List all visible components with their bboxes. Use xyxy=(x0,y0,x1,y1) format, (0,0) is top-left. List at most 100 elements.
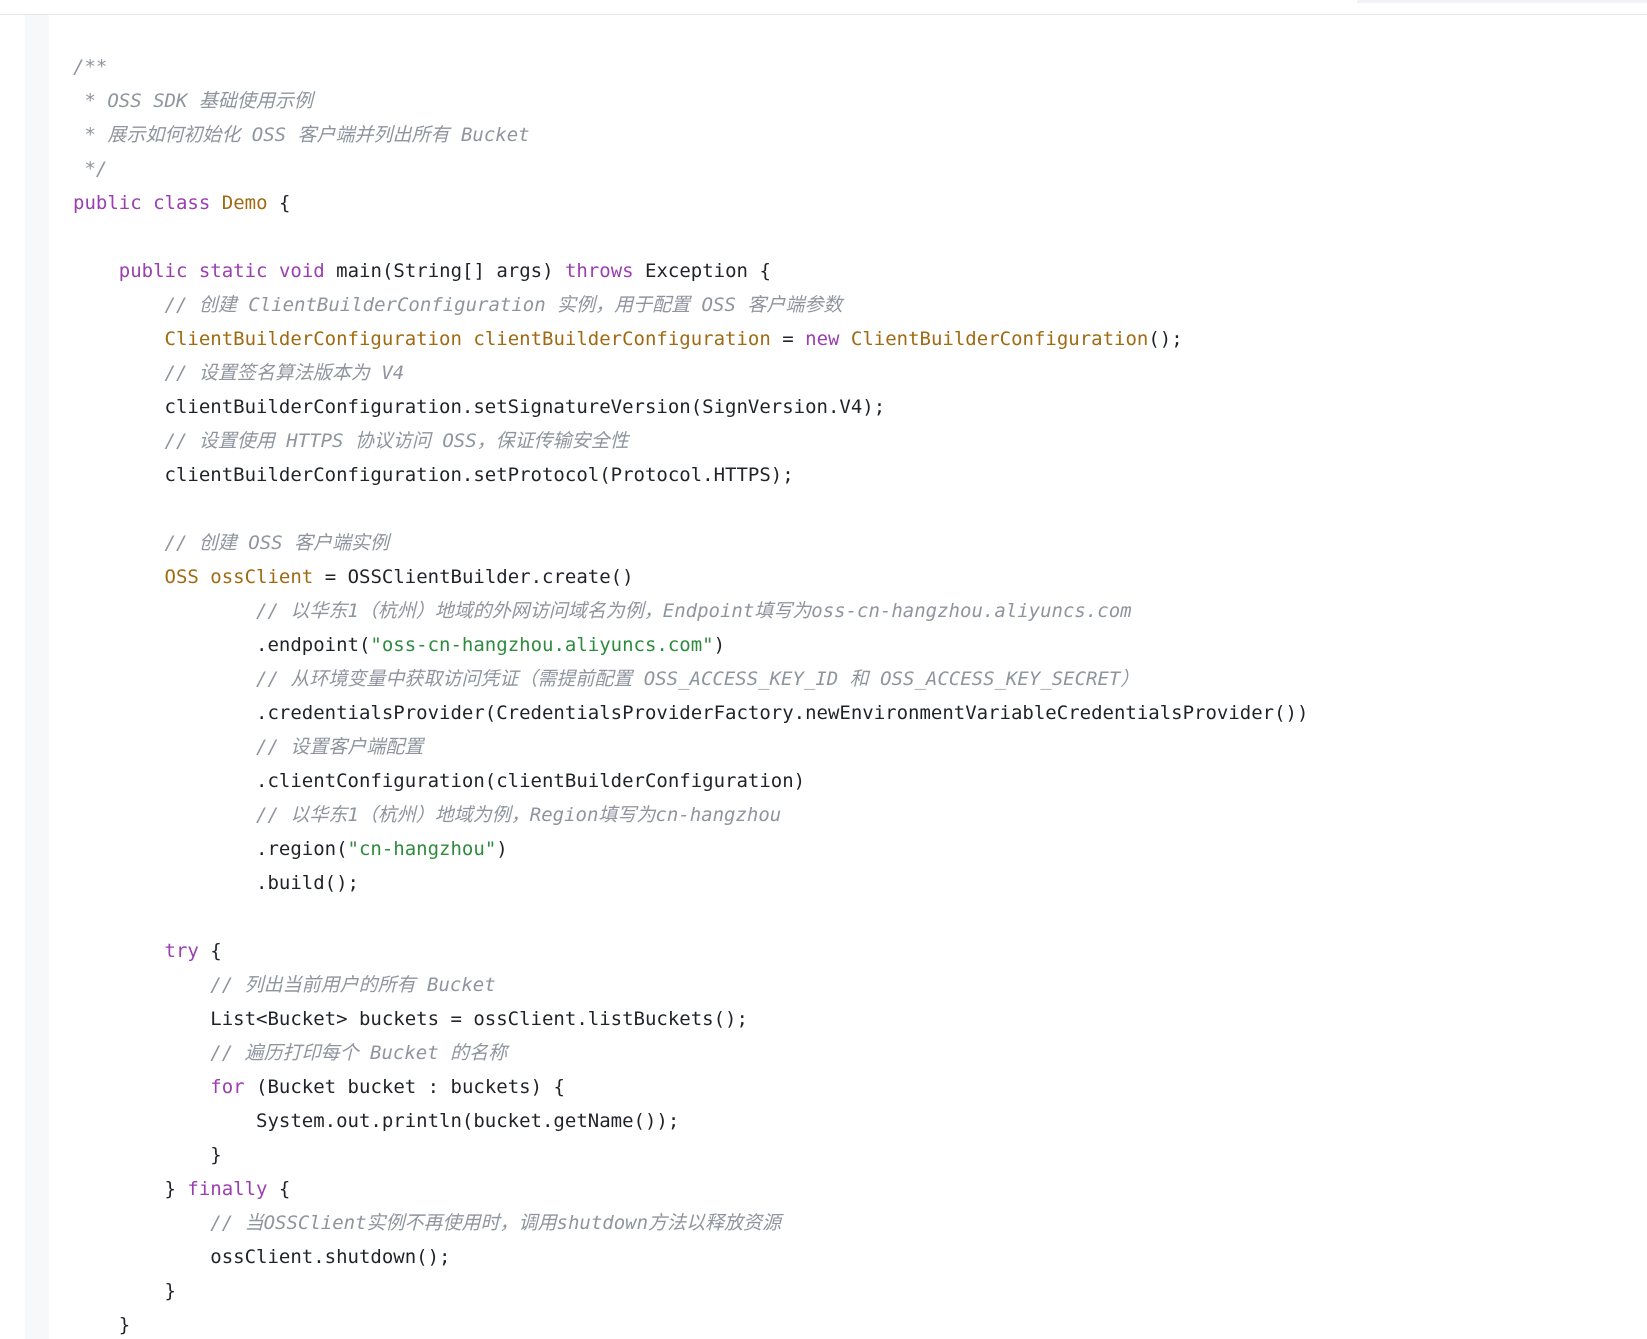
code-token-type: ClientBuilderConfiguration xyxy=(850,328,1149,350)
code-line: try { xyxy=(73,934,1308,968)
code-token-comment: */ xyxy=(73,158,108,180)
code-token-type: ClientBuilderConfiguration xyxy=(164,328,462,350)
code-token-comment: // 列出当前用户的所有 Bucket xyxy=(73,974,496,996)
code-token-function: main xyxy=(336,260,382,282)
code-line: * 展示如何初始化 OSS 客户端并列出所有 Bucket xyxy=(73,118,1308,152)
code-line: ​ xyxy=(73,900,1308,934)
code-line: .endpoint("oss-cn-hangzhou.aliyuncs.com"… xyxy=(73,628,1308,662)
code-token-plain: .credentialsProvider(CredentialsProvider… xyxy=(73,702,1309,724)
code-line: ​ xyxy=(73,492,1308,526)
code-token-comment: // 以华东1（杭州）地域为例，Region填写为cn-hangzhou xyxy=(73,804,782,826)
code-token-type: clientBuilderConfiguration xyxy=(473,328,771,350)
code-line: // 以华东1（杭州）地域为例，Region填写为cn-hangzhou xyxy=(73,798,1308,832)
code-token-comment: // 设置签名算法版本为 V4 xyxy=(73,362,405,384)
code-token-comment: // 从环境变量中获取访问凭证（需提前配置 OSS_ACCESS_KEY_ID … xyxy=(73,668,1140,690)
code-token-plain: } xyxy=(73,1144,222,1166)
code-token-plain: .clientConfiguration(clientBuilderConfig… xyxy=(73,770,806,792)
code-line: OSS ossClient = OSSClientBuilder.create(… xyxy=(73,560,1308,594)
code-token-plain: = OSSClientBuilder.create() xyxy=(313,566,634,588)
code-line: .credentialsProvider(CredentialsProvider… xyxy=(73,696,1308,730)
code-line: ClientBuilderConfiguration clientBuilder… xyxy=(73,322,1308,356)
code-token-plain: clientBuilderConfiguration.setSignatureV… xyxy=(73,396,886,418)
code-line: public class Demo { xyxy=(73,186,1308,220)
code-token-comment: // 创建 ClientBuilderConfiguration 实例，用于配置… xyxy=(73,294,843,316)
code-line: } xyxy=(73,1308,1308,1339)
code-line: // 设置使用 HTTPS 协议访问 OSS，保证传输安全性 xyxy=(73,424,1308,458)
page-gutter xyxy=(25,15,49,1339)
code-token-comment: * OSS SDK 基础使用示例 xyxy=(73,90,313,112)
code-token-type: Demo xyxy=(221,192,268,214)
code-token-plain: { xyxy=(267,1178,291,1200)
code-line: .clientConfiguration(clientBuilderConfig… xyxy=(73,764,1308,798)
code-line: .build(); xyxy=(73,866,1308,900)
code-token-plain: (String[] args) xyxy=(381,260,565,282)
code-token-keyword: class xyxy=(153,192,211,214)
code-token-plain: } xyxy=(73,1314,131,1336)
code-token-plain: Exception { xyxy=(633,260,771,282)
code-line: clientBuilderConfiguration.setProtocol(P… xyxy=(73,458,1308,492)
code-line: List<Bucket> buckets = ossClient.listBuc… xyxy=(73,1002,1308,1036)
code-token-keyword: public xyxy=(73,192,142,214)
code-token-plain: { xyxy=(198,940,222,962)
code-token-keyword: throws xyxy=(564,260,634,282)
code-line: ossClient.shutdown(); xyxy=(73,1240,1308,1274)
code-line: // 创建 OSS 客户端实例 xyxy=(73,526,1308,560)
code-token-keyword: static xyxy=(198,260,268,282)
code-token-comment: // 创建 OSS 客户端实例 xyxy=(73,532,390,554)
code-line: // 从环境变量中获取访问凭证（需提前配置 OSS_ACCESS_KEY_ID … xyxy=(73,662,1308,696)
code-token-plain: .endpoint( xyxy=(73,634,371,656)
code-token-string: "cn-hangzhou" xyxy=(347,838,497,860)
top-divider xyxy=(0,0,1647,15)
code-token-comment: // 以华东1（杭州）地域的外网访问域名为例，Endpoint填写为oss-cn… xyxy=(73,600,1132,622)
code-line: ​ xyxy=(73,220,1308,254)
top-right-tab-edge xyxy=(1357,0,1647,3)
code-token-plain: (Bucket bucket : buckets) { xyxy=(244,1076,565,1098)
code-line: /** xyxy=(73,50,1308,84)
code-token-plain: List<Bucket> buckets = ossClient.listBuc… xyxy=(73,1008,748,1030)
code-token-plain: System.out.println(bucket.getName()); xyxy=(73,1110,680,1132)
code-token-comment: // 设置客户端配置 xyxy=(73,736,424,758)
code-token-plain: .build(); xyxy=(73,872,359,894)
code-token-keyword: void xyxy=(278,260,325,282)
code-line: } finally { xyxy=(73,1172,1308,1206)
code-token-comment: // 遍历打印每个 Bucket 的名称 xyxy=(73,1042,508,1064)
code-token-keyword: new xyxy=(805,328,840,350)
code-line: // 创建 ClientBuilderConfiguration 实例，用于配置… xyxy=(73,288,1308,322)
code-block: /** * OSS SDK 基础使用示例 * 展示如何初始化 OSS 客户端并列… xyxy=(73,50,1308,1339)
code-token-plain: } xyxy=(73,1280,176,1302)
code-line: } xyxy=(73,1274,1308,1308)
code-line: } xyxy=(73,1138,1308,1172)
code-token-plain: (); xyxy=(1148,328,1183,350)
code-token-comment: // 当OSSClient实例不再使用时，调用shutdown方法以释放资源 xyxy=(73,1212,782,1234)
code-line: // 设置客户端配置 xyxy=(73,730,1308,764)
code-token-comment: /** xyxy=(73,56,108,78)
code-line: clientBuilderConfiguration.setSignatureV… xyxy=(73,390,1308,424)
code-line: for (Bucket bucket : buckets) { xyxy=(73,1070,1308,1104)
code-line: // 设置签名算法版本为 V4 xyxy=(73,356,1308,390)
code-token-plain: { xyxy=(267,192,291,214)
code-token-plain: ) xyxy=(496,838,508,860)
code-line: // 列出当前用户的所有 Bucket xyxy=(73,968,1308,1002)
code-line: System.out.println(bucket.getName()); xyxy=(73,1104,1308,1138)
code-token-comment: * 展示如何初始化 OSS 客户端并列出所有 Bucket xyxy=(73,124,530,146)
code-line: .region("cn-hangzhou") xyxy=(73,832,1308,866)
code-token-type: ossClient xyxy=(210,566,314,588)
code-token-keyword: for xyxy=(210,1076,245,1098)
code-token-plain: ) xyxy=(713,634,726,656)
code-line: public static void main(String[] args) t… xyxy=(73,254,1308,288)
code-line: // 遍历打印每个 Bucket 的名称 xyxy=(73,1036,1308,1070)
code-token-plain: .region( xyxy=(73,838,348,860)
code-token-plain: clientBuilderConfiguration.setProtocol(P… xyxy=(73,464,794,486)
code-token-plain: } xyxy=(73,1178,188,1200)
